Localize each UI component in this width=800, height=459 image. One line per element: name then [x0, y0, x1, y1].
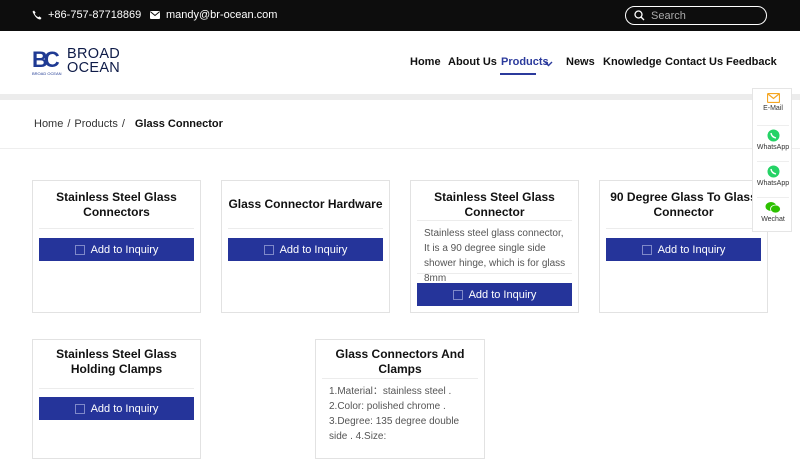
float-wechat[interactable]: Wechat [753, 197, 793, 233]
product-title[interactable]: Stainless Steel Glass Holding Clamps [33, 347, 200, 377]
float-whatsapp[interactable]: WhatsApp [753, 125, 793, 161]
float-whatsapp-2[interactable]: WhatsApp [753, 161, 793, 197]
email-contact[interactable]: mandy@br-ocean.com [150, 9, 277, 21]
floating-contact-bar: E-Mail WhatsApp WhatsApp Wechat [752, 88, 792, 232]
float-whatsapp-label: WhatsApp [756, 144, 790, 151]
card-separator [417, 220, 572, 221]
breadcrumb-products[interactable]: Products [74, 118, 117, 130]
float-wechat-label: Wechat [761, 216, 785, 223]
add-to-inquiry-button[interactable]: Add to Inquiry [39, 238, 194, 261]
breadcrumb-current: Glass Connector [134, 118, 223, 130]
phone-number: +86-757-87718869 [48, 9, 142, 21]
add-to-inquiry-button[interactable]: Add to Inquiry [606, 238, 761, 261]
checkbox-icon [74, 403, 85, 414]
product-card[interactable]: 90 Degree Glass To Glass Connector Add t… [599, 180, 768, 313]
section-divider [0, 148, 800, 149]
site-header: BC BROAD OCEAN BROAD OCEAN Home About Us… [0, 31, 800, 94]
product-description: Stainless steel glass connector, It is a… [424, 228, 566, 284]
add-to-inquiry-label: Add to Inquiry [657, 243, 726, 256]
top-bar: +86-757-87718869 mandy@br-ocean.com [0, 0, 800, 31]
phone-icon [32, 10, 42, 20]
header-band [0, 94, 800, 100]
card-separator [606, 228, 761, 229]
nav-knowledge[interactable]: Knowledge [603, 56, 662, 68]
nav-news[interactable]: News [566, 56, 595, 68]
checkbox-icon [263, 244, 274, 255]
wechat-icon [765, 202, 781, 214]
mail-icon [766, 93, 780, 103]
nav-feedback[interactable]: Feedback [726, 56, 777, 68]
main-nav: Home About Us Products News Knowledge Co… [0, 56, 800, 76]
product-card[interactable]: Stainless Steel Glass Connectors Add to … [32, 180, 201, 313]
card-separator [39, 388, 194, 389]
card-separator [39, 228, 194, 229]
search-icon[interactable] [634, 10, 645, 21]
checkbox-icon [74, 244, 85, 255]
phone-contact[interactable]: +86-757-87718869 [32, 9, 141, 21]
add-to-inquiry-button[interactable]: Add to Inquiry [39, 397, 194, 420]
checkbox-icon [452, 289, 463, 300]
whatsapp-icon [767, 129, 779, 142]
card-separator [322, 378, 478, 379]
product-description: 1.Material：stainless steel . 2.Color: po… [329, 386, 460, 442]
whatsapp-icon [767, 165, 779, 178]
float-email[interactable]: E-Mail [753, 89, 793, 125]
card-separator [228, 228, 383, 229]
search-input[interactable] [651, 9, 761, 22]
float-email-label: E-Mail [763, 105, 783, 112]
product-card[interactable]: Glass Connector Hardware Add to Inquiry [221, 180, 390, 313]
product-title[interactable]: Stainless Steel Glass Connector [411, 190, 578, 220]
product-card[interactable]: Stainless Steel Glass Connector Stainles… [410, 180, 579, 313]
chevron-down-icon[interactable] [544, 58, 553, 70]
add-to-inquiry-button[interactable]: Add to Inquiry [228, 238, 383, 261]
add-to-inquiry-label: Add to Inquiry [468, 288, 537, 301]
product-title[interactable]: Glass Connector Hardware [222, 197, 389, 212]
breadcrumb-separator: / [121, 118, 125, 130]
float-whatsapp-2-label: WhatsApp [756, 180, 790, 187]
nav-products[interactable]: Products [501, 56, 549, 68]
search-box[interactable] [625, 6, 767, 25]
nav-about-us[interactable]: About Us [448, 56, 497, 68]
breadcrumb-home[interactable]: Home [34, 118, 63, 130]
card-separator [417, 273, 572, 274]
add-to-inquiry-label: Add to Inquiry [90, 402, 159, 415]
breadcrumb: Home / Products / Glass Connector [34, 118, 223, 130]
product-card[interactable]: Stainless Steel Glass Holding Clamps Add… [32, 339, 201, 459]
checkbox-icon [641, 244, 652, 255]
envelope-icon [150, 11, 160, 19]
add-to-inquiry-label: Add to Inquiry [279, 243, 348, 256]
product-card[interactable]: Glass Connectors And Clamps 1.Material：s… [315, 339, 485, 459]
nav-contact-us[interactable]: Contact Us [665, 56, 723, 68]
add-to-inquiry-button[interactable]: Add to Inquiry [417, 283, 572, 306]
nav-active-indicator [500, 73, 536, 75]
product-title[interactable]: 90 Degree Glass To Glass Connector [600, 190, 767, 220]
product-title[interactable]: Stainless Steel Glass Connectors [33, 190, 200, 220]
breadcrumb-separator: / [67, 118, 71, 130]
add-to-inquiry-label: Add to Inquiry [90, 243, 159, 256]
product-title[interactable]: Glass Connectors And Clamps [316, 347, 484, 377]
nav-home[interactable]: Home [410, 56, 441, 68]
email-address: mandy@br-ocean.com [166, 9, 278, 21]
